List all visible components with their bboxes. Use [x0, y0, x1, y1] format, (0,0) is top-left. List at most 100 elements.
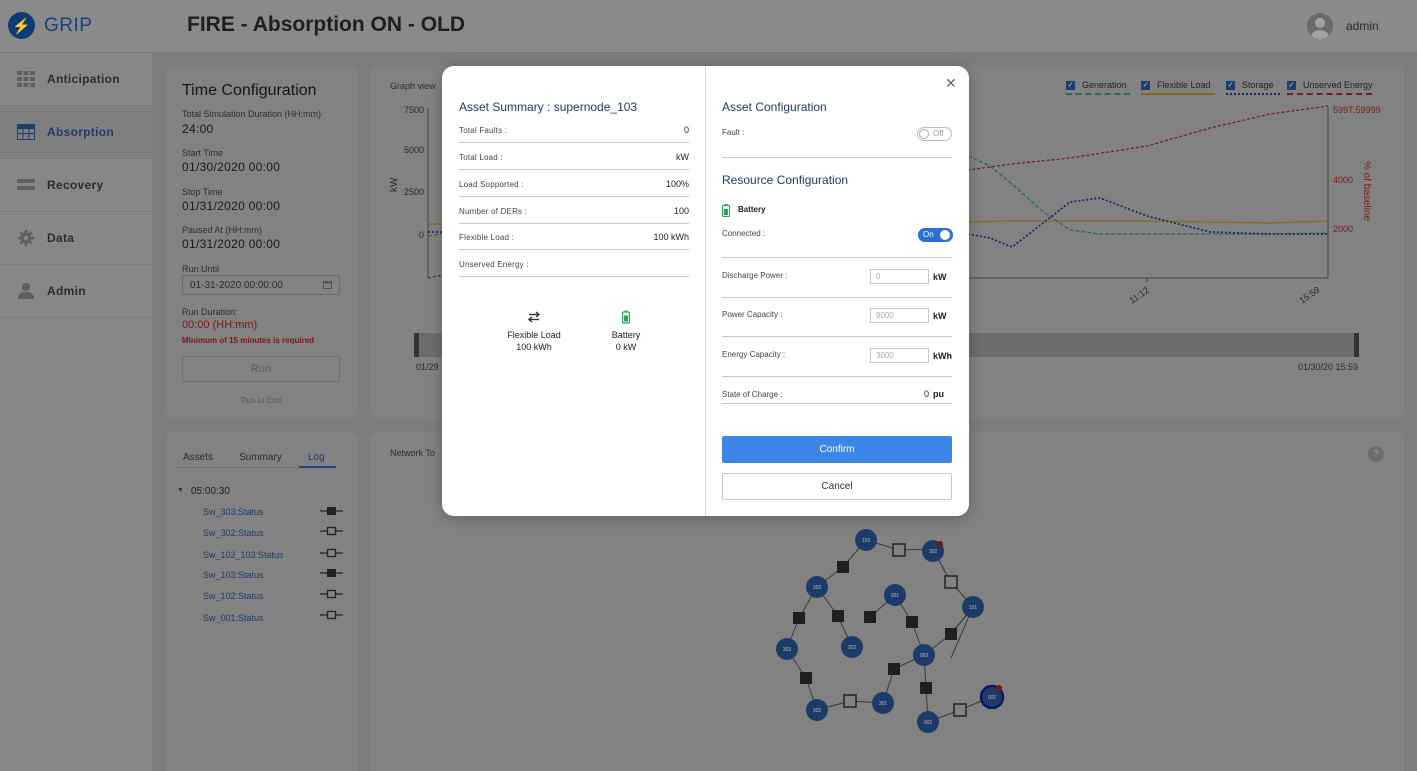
- network-node-selected[interactable]: 001: [979, 684, 1005, 710]
- paused-at-value: 01/31/2020 00:00: [182, 237, 281, 251]
- unit-label: kW: [933, 311, 947, 321]
- sidebar-item-anticipation[interactable]: Anticipation: [0, 53, 153, 106]
- start-time-value: 01/30/2020 00:00: [182, 160, 281, 174]
- summary-label: Total Faults :: [459, 126, 508, 135]
- resource-flexible-load[interactable]: Flexible Load 100 kWh: [494, 310, 574, 353]
- switch-closed-icon[interactable]: [864, 611, 876, 623]
- network-node[interactable]: 303: [776, 638, 798, 660]
- energy-capacity-input[interactable]: [870, 348, 929, 363]
- summary-label: Number of DERs :: [459, 207, 528, 216]
- log-time-group[interactable]: 05:00:30: [191, 486, 230, 497]
- tab-summary[interactable]: Summary: [239, 452, 282, 463]
- resource-value: 100 kWh: [516, 342, 552, 352]
- switch-closed-icon[interactable]: [906, 616, 918, 628]
- max-value-label: 5997.59999: [1333, 105, 1381, 115]
- time-config-title: Time Configuration: [182, 82, 317, 99]
- switch-closed-icon[interactable]: [888, 663, 900, 675]
- unit-label: kWh: [933, 351, 952, 361]
- run-duration-value: 00:00 (HH:mm): [182, 319, 258, 331]
- network-node[interactable]: 202: [841, 636, 863, 658]
- network-node[interactable]: 301: [872, 692, 894, 714]
- switch-open-icon[interactable]: [953, 703, 967, 717]
- log-item[interactable]: Sw_103:Status: [203, 570, 264, 580]
- run-to-end-button[interactable]: Run to End: [166, 396, 356, 405]
- power-capacity-input[interactable]: [870, 308, 929, 323]
- checkbox-icon[interactable]: ✓: [1141, 81, 1150, 90]
- switch-open-icon[interactable]: [843, 694, 857, 708]
- avatar[interactable]: [1307, 13, 1333, 39]
- summary-value: 100 kWh: [653, 232, 689, 242]
- resource-name: Battery: [611, 330, 641, 340]
- grid-icon: [17, 71, 35, 87]
- network-node[interactable]: 103: [855, 529, 877, 551]
- modal-divider: [705, 66, 706, 516]
- battery-icon: [622, 310, 630, 324]
- y-axis-label: kW: [389, 177, 400, 192]
- run-until-input[interactable]: 01-31-2020 00:00:00: [182, 275, 340, 295]
- x-tick-label: 15:59: [1297, 285, 1321, 306]
- resource-value: 0 kW: [615, 342, 637, 352]
- switch-closed-icon[interactable]: [832, 610, 844, 622]
- checkbox-icon[interactable]: ✓: [1226, 81, 1235, 90]
- tab-active-underline: [299, 466, 336, 468]
- sidebar-item-admin[interactable]: Admin: [0, 265, 153, 318]
- network-node[interactable]: 101: [962, 596, 984, 618]
- summary-value: 100: [673, 206, 689, 216]
- sidebar-item-data[interactable]: Data: [0, 212, 153, 265]
- range-handle-left[interactable]: [414, 333, 419, 357]
- switch-closed-icon[interactable]: [920, 682, 932, 694]
- app-header: ⚡ GRIP FIRE - Absorption ON - OLD admin: [0, 0, 1417, 53]
- user-name[interactable]: admin: [1346, 19, 1379, 33]
- network-node[interactable]: 201: [884, 584, 906, 606]
- log-item[interactable]: Sw_102:Status: [203, 591, 264, 601]
- switch-open-icon[interactable]: [892, 543, 906, 557]
- stop-time-value: 01/31/2020 00:00: [182, 199, 281, 213]
- log-item[interactable]: Sw_102_103:Status: [203, 550, 284, 560]
- switch-open-icon[interactable]: [944, 575, 958, 589]
- network-node[interactable]: 102: [922, 540, 944, 562]
- chevron-down-icon[interactable]: ▼: [177, 487, 184, 494]
- x-tick-label: 11:12: [1127, 285, 1151, 306]
- switch-closed-icon[interactable]: [945, 628, 957, 640]
- network-node[interactable]: 002: [917, 711, 939, 733]
- switch-closed-icon: [320, 507, 343, 515]
- toggle-text: On: [923, 230, 934, 239]
- svg-text:302: 302: [813, 708, 822, 714]
- run-button[interactable]: Run: [182, 356, 340, 382]
- tab-assets[interactable]: Assets: [183, 452, 213, 463]
- svg-text:101: 101: [969, 605, 978, 611]
- network-node[interactable]: 003: [913, 644, 935, 666]
- legend-swatch: [1287, 93, 1372, 95]
- range-handle-right[interactable]: [1354, 333, 1359, 357]
- cancel-button[interactable]: Cancel: [722, 473, 952, 500]
- switch-closed-icon[interactable]: [837, 561, 849, 573]
- fault-toggle[interactable]: Off: [917, 127, 952, 141]
- close-icon[interactable]: ✕: [945, 75, 957, 92]
- sidebar-item-label: Absorption: [47, 125, 114, 139]
- calendar-icon[interactable]: [323, 280, 332, 289]
- logo-text: GRIP: [44, 15, 93, 36]
- svg-text:303: 303: [783, 647, 792, 653]
- confirm-button[interactable]: Confirm: [722, 436, 952, 463]
- checkbox-icon[interactable]: ✓: [1287, 81, 1296, 90]
- log-item[interactable]: Sw_302:Status: [203, 528, 264, 538]
- log-item[interactable]: Sw_303:Status: [203, 507, 264, 517]
- summary-row-total-faults: Total Faults : 0: [459, 125, 689, 143]
- log-item[interactable]: Sw_001:Status: [203, 613, 264, 623]
- checkbox-icon[interactable]: ✓: [1066, 81, 1075, 90]
- sidebar-item-absorption[interactable]: Absorption: [0, 106, 153, 159]
- switch-closed-icon[interactable]: [800, 672, 812, 684]
- network-node[interactable]: 203: [806, 576, 828, 598]
- resource-battery[interactable]: Battery 0 kW: [596, 310, 656, 353]
- user-icon: [18, 283, 34, 299]
- resource-config-title: Resource Configuration: [722, 173, 849, 187]
- stack-icon: [17, 179, 35, 190]
- connected-toggle[interactable]: On: [918, 228, 953, 242]
- network-node[interactable]: 302: [806, 699, 828, 721]
- switch-closed-icon[interactable]: [793, 612, 805, 624]
- summary-row-flexible-load: Flexible Load : 100 kWh: [459, 232, 689, 250]
- config-divider: [722, 403, 952, 404]
- discharge-power-input[interactable]: [870, 269, 929, 284]
- sidebar-item-recovery[interactable]: Recovery: [0, 159, 153, 212]
- tab-log[interactable]: Log: [308, 452, 325, 463]
